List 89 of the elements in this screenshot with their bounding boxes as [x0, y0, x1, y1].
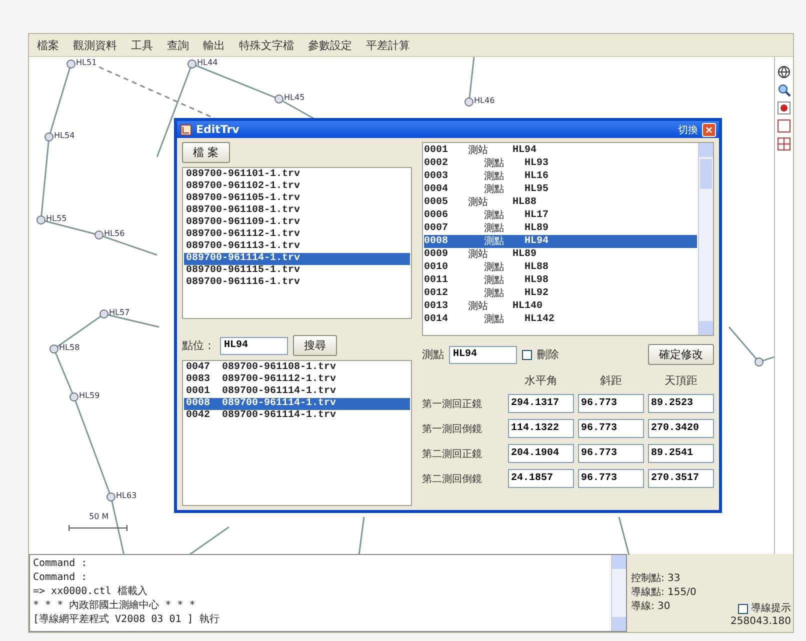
menu-item[interactable]: 參數設定 — [308, 38, 352, 52]
point-field[interactable]: HL94 — [449, 346, 517, 364]
menu-item[interactable]: 查詢 — [167, 38, 189, 52]
status-text: 導線點: 155/0 — [631, 586, 696, 600]
column-header: 水平角 — [524, 373, 558, 388]
row-label: 第二測回正鏡 — [422, 448, 483, 460]
value-field[interactable]: 89.2523 — [648, 394, 714, 413]
result-item[interactable]: 0047 089700-961108-1.trv — [184, 362, 410, 374]
file-item[interactable]: 089700-961101-1.trv — [184, 169, 410, 181]
point-label: HL54 — [54, 131, 75, 140]
file-button[interactable]: 檔 案 — [182, 142, 230, 163]
point-label: HL44 — [197, 58, 218, 67]
value-field[interactable]: 294.1317 — [508, 394, 574, 413]
search-field[interactable]: HL94 — [220, 336, 288, 354]
file-item[interactable]: 089700-961116-1.trv — [184, 277, 410, 289]
result-item[interactable]: 0042 089700-961114-1.trv — [184, 410, 410, 422]
value-field[interactable]: 96.773 — [578, 469, 644, 488]
row-label: 第二測回倒鏡 — [422, 472, 483, 486]
command-console[interactable]: Command : Command : => xx0000.ctl 檔載入 * * * 內政部國土測繪中心 * * * [導線網平差程式 V2008 03 01 ] 執行 — [29, 554, 627, 632]
value-field[interactable]: 24.1857 — [508, 469, 574, 488]
menu-item[interactable]: 特殊文字檔 — [239, 38, 294, 52]
record-row[interactable]: 0008 測點 HL94 — [424, 235, 697, 248]
record-row[interactable]: 0001 測站 HL94 — [424, 144, 697, 157]
dialog-title: EditTrv — [196, 123, 240, 136]
coordinate-text: 258043.180 — [730, 616, 791, 627]
value-field[interactable]: 270.3420 — [648, 419, 714, 438]
console-line: * * * 內政部國土測繪中心 * * * — [33, 599, 196, 613]
console-line: [導線網平差程式 V2008 03 01 ] 執行 — [33, 613, 220, 627]
menu-item[interactable]: 觀測資料 — [73, 38, 117, 52]
record-row[interactable]: 0004 測點 HL95 — [424, 183, 697, 196]
file-item[interactable]: 089700-961102-1.trv — [184, 181, 410, 193]
row-label: 第一測回正鏡 — [422, 398, 483, 410]
column-header: 天頂距 — [664, 373, 698, 388]
menu-item[interactable]: 輸出 — [203, 38, 225, 52]
file-item[interactable]: 089700-961105-1.trv — [184, 193, 410, 205]
checkbox-label: 導線提示 — [751, 602, 791, 616]
point-label: HL46 — [474, 96, 495, 105]
menu-item[interactable]: 檔案 — [37, 38, 59, 52]
record-row[interactable]: 0011 測點 HL98 — [424, 274, 697, 287]
menu-item[interactable]: 工具 — [131, 38, 153, 52]
record-row[interactable]: 0005 測站 HL88 — [424, 196, 697, 209]
value-field[interactable]: 89.2541 — [648, 444, 714, 463]
checkbox-label: 刪除 — [537, 347, 559, 362]
console-line: Command : — [33, 557, 88, 571]
point-label: HL51 — [76, 58, 97, 67]
scale-label: 50 M — [89, 512, 109, 521]
status-text: 導線: 30 — [631, 600, 670, 614]
record-row[interactable]: 0012 測點 HL92 — [424, 287, 697, 300]
point-label: HL57 — [109, 308, 130, 317]
value-field[interactable]: 96.773 — [578, 444, 644, 463]
record-row[interactable]: 0003 測點 HL16 — [424, 170, 697, 183]
file-item[interactable]: 089700-961114-1.trv — [184, 253, 410, 265]
file-item[interactable]: 089700-961113-1.trv — [184, 241, 410, 253]
console-line: Command : — [33, 571, 88, 585]
record-row[interactable]: 0009 測站 HL89 — [424, 248, 697, 261]
result-item[interactable]: 0008 089700-961114-1.trv — [184, 398, 410, 410]
search-button[interactable]: 搜尋 — [293, 335, 337, 356]
point-label: HL45 — [284, 93, 305, 102]
record-row[interactable]: 0010 測點 HL88 — [424, 261, 697, 274]
row-label: 第一測回倒鏡 — [422, 422, 483, 436]
record-row[interactable]: 0006 測點 HL17 — [424, 209, 697, 222]
record-row[interactable]: 0014 測點 HL142 — [424, 313, 697, 326]
result-item[interactable]: 0001 089700-961114-1.trv — [184, 386, 410, 398]
value-field[interactable]: 96.773 — [578, 419, 644, 438]
value-field[interactable]: 204.1904 — [508, 444, 574, 463]
title-button[interactable]: 切換 — [678, 122, 698, 136]
point-label: HL59 — [79, 391, 100, 400]
status-text: 控制點: 33 — [631, 572, 680, 586]
search-label: 點位： — [182, 338, 215, 353]
file-item[interactable]: 089700-961109-1.trv — [184, 217, 410, 229]
result-item[interactable]: 0083 089700-961112-1.trv — [184, 374, 410, 386]
record-row[interactable]: 0013 測站 HL140 — [424, 300, 697, 313]
file-item[interactable]: 089700-961108-1.trv — [184, 205, 410, 217]
value-field[interactable]: 270.3517 — [648, 469, 714, 488]
column-header: 斜距 — [599, 373, 623, 388]
record-row[interactable]: 0007 測點 HL89 — [424, 222, 697, 235]
point-label: HL58 — [59, 343, 80, 352]
point-label: HL63 — [116, 491, 137, 500]
value-field[interactable]: 114.1322 — [508, 419, 574, 438]
file-item[interactable]: 089700-961112-1.trv — [184, 229, 410, 241]
file-item[interactable]: 089700-961115-1.trv — [184, 265, 410, 277]
confirm-button[interactable]: 確定修改 — [648, 344, 714, 365]
menu-item[interactable]: 平差計算 — [366, 38, 410, 52]
value-field[interactable]: 96.773 — [578, 394, 644, 413]
console-line: => xx0000.ctl 檔載入 — [33, 585, 148, 599]
point-label: HL55 — [46, 214, 67, 223]
point-label: HL56 — [104, 229, 125, 238]
point-label: 測點 — [422, 347, 444, 362]
record-row[interactable]: 0002 測點 HL93 — [424, 157, 697, 170]
